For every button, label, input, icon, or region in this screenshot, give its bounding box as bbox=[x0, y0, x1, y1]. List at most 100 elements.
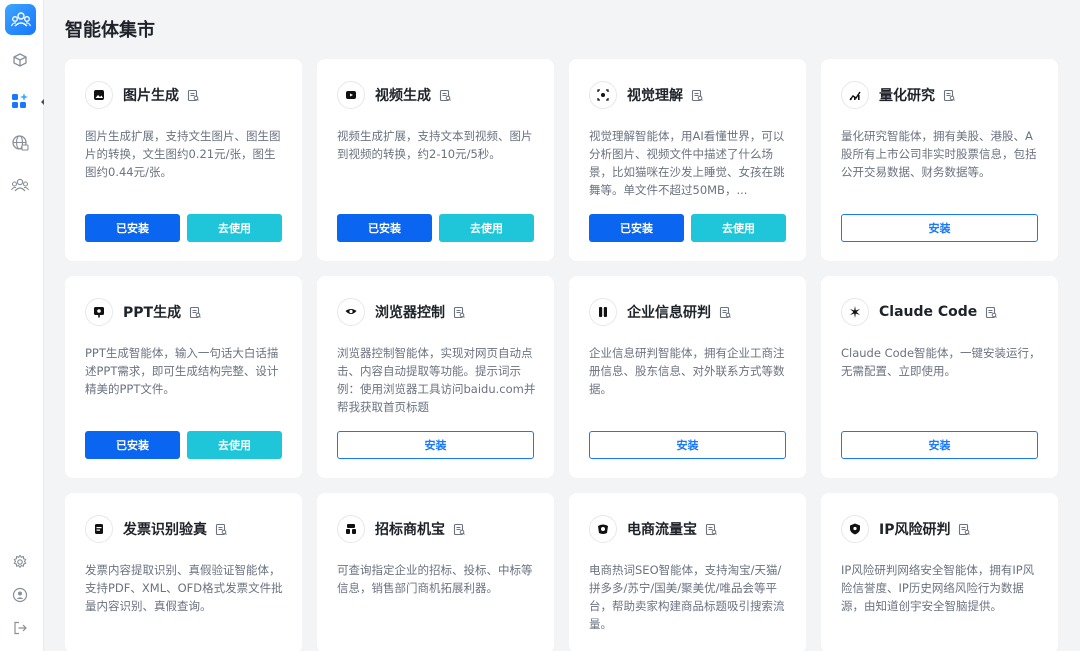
card-title: 企业信息研判 bbox=[627, 305, 711, 321]
card-actions: 安装 bbox=[589, 431, 786, 459]
agent-card[interactable]: 招标商机宝 可查询指定企业的招标、投标、中标等信息，销售部门商机拓展利器。 bbox=[317, 493, 554, 651]
main-content: 智能体集市 图片生成图片生成扩展，支持文生图片、图生图片的转换，文生图约0.21… bbox=[44, 0, 1080, 651]
card-title: 电商流量宝 bbox=[627, 522, 697, 538]
card-description: 图片生成扩展，支持文生图片、图生图片的转换，文生图约0.21元/张，图生图约0.… bbox=[85, 129, 281, 179]
agent-card[interactable]: IP风险研判 IP风险研判网络安全智能体，拥有IP风险信誉度、IP历史网络风险行为… bbox=[821, 493, 1058, 651]
user-icon bbox=[12, 587, 28, 603]
community-icon bbox=[11, 178, 29, 192]
card-title: 招标商机宝 bbox=[375, 522, 445, 538]
video-icon bbox=[337, 81, 365, 109]
agent-card[interactable]: 图片生成图片生成扩展，支持文生图片、图生图片的转换，文生图约0.21元/张，图生… bbox=[65, 59, 302, 261]
document-icon[interactable] bbox=[189, 306, 202, 319]
install-button[interactable]: 安装 bbox=[841, 214, 1038, 242]
use-button[interactable]: 去使用 bbox=[439, 214, 534, 242]
agent-card[interactable]: 浏览器控制浏览器控制智能体，实现对网页自动点击、内容自动提取等功能。提示词示例：… bbox=[317, 276, 554, 478]
card-header: 企业信息研判 bbox=[589, 298, 732, 326]
ecommerce-icon bbox=[589, 515, 617, 543]
card-description: Claude Code智能体，一键安装运行，无需配置、立即使用。 bbox=[841, 346, 1041, 378]
card-header: Claude Code bbox=[841, 298, 998, 326]
building-icon bbox=[589, 298, 617, 326]
image-icon bbox=[85, 81, 113, 109]
card-header: 视觉理解 bbox=[589, 81, 704, 109]
card-title: PPT生成 bbox=[123, 305, 182, 321]
invoice-icon bbox=[85, 515, 113, 543]
card-title: Claude Code bbox=[879, 304, 978, 320]
card-description: 量化研究智能体，拥有美股、港股、A股所有上市公司非实时股票信息，包括公开交易数据… bbox=[841, 129, 1037, 179]
shield-icon bbox=[841, 515, 869, 543]
sidebar: 集市 bbox=[0, 0, 83, 651]
globe-icon bbox=[12, 135, 29, 151]
ppt-icon bbox=[85, 298, 113, 326]
globe-nav-button[interactable] bbox=[6, 129, 34, 157]
document-icon[interactable] bbox=[719, 306, 732, 319]
card-title: 视觉理解 bbox=[627, 88, 683, 104]
installed-button[interactable]: 已安装 bbox=[337, 214, 432, 242]
card-header: IP风险研判 bbox=[841, 515, 971, 543]
card-actions: 已安装 去使用 bbox=[85, 214, 282, 242]
community-nav-button[interactable] bbox=[6, 171, 34, 199]
card-title: 量化研究 bbox=[879, 88, 935, 104]
installed-button[interactable]: 已安装 bbox=[85, 431, 180, 459]
profile-button[interactable] bbox=[6, 581, 34, 609]
card-description: IP风险研判网络安全智能体，拥有IP风险信誉度、IP历史网络风险行为数据源，由知… bbox=[841, 563, 1035, 613]
cube-icon bbox=[13, 53, 27, 67]
card-description: 视觉理解智能体，用AI看懂世界，可以分析图片、视频文件中描述了什么场景，比如猫咪… bbox=[589, 129, 785, 197]
team-logo-icon bbox=[10, 11, 31, 27]
agent-card[interactable]: 量化研究量化研究智能体，拥有美股、港股、A股所有上市公司非实时股票信息，包括公开… bbox=[821, 59, 1058, 261]
use-button[interactable]: 去使用 bbox=[691, 214, 786, 242]
document-icon[interactable] bbox=[439, 89, 452, 102]
card-description: 企业信息研判智能体，拥有企业工商注册信息、股东信息、对外联系方式等数据。 bbox=[589, 346, 785, 396]
market-apps-icon bbox=[12, 93, 28, 108]
card-description: PPT生成智能体，输入一句话大白话描述PPT需求，即可生成结构完整、设计精美的P… bbox=[85, 346, 279, 396]
document-icon[interactable] bbox=[453, 523, 466, 536]
agent-card[interactable]: PPT生成 PPT生成智能体，输入一句话大白话描述PPT需求，即可生成结构完整、设… bbox=[65, 276, 302, 478]
card-description: 发票内容提取识别、真假验证智能体，支持PDF、XML、OFD格式发票文件批量内容… bbox=[85, 563, 283, 613]
install-button[interactable]: 安装 bbox=[589, 431, 786, 459]
document-icon[interactable] bbox=[985, 306, 998, 319]
card-actions: 已安装 去使用 bbox=[85, 431, 282, 459]
card-title: 浏览器控制 bbox=[375, 305, 445, 321]
card-actions: 安装 bbox=[337, 431, 534, 459]
market-nav-button[interactable] bbox=[6, 87, 34, 115]
installed-button[interactable]: 已安装 bbox=[589, 214, 684, 242]
vision-icon bbox=[589, 81, 617, 109]
claude-icon bbox=[841, 298, 869, 326]
logout-button[interactable] bbox=[6, 614, 34, 642]
installed-button[interactable]: 已安装 bbox=[85, 214, 180, 242]
agent-card[interactable]: 电商流量宝 电商热词SEO智能体，支持淘宝/天猫/拼多多/苏宁/国美/聚美优/唯品… bbox=[569, 493, 806, 651]
card-actions: 安装 bbox=[841, 431, 1038, 459]
settings-button[interactable] bbox=[6, 548, 34, 576]
card-title: 发票识别验真 bbox=[123, 522, 207, 538]
agent-card[interactable]: 视觉理解视觉理解智能体，用AI看懂世界，可以分析图片、视频文件中描述了什么场景，… bbox=[569, 59, 806, 261]
card-header: 浏览器控制 bbox=[337, 298, 466, 326]
logout-icon bbox=[14, 621, 27, 635]
app-logo[interactable] bbox=[5, 4, 36, 35]
document-icon[interactable] bbox=[453, 306, 466, 319]
cube-nav-button[interactable] bbox=[6, 46, 34, 74]
tender-icon bbox=[337, 515, 365, 543]
document-icon[interactable] bbox=[215, 523, 228, 536]
agent-card[interactable]: 视频生成 视频生成扩展，支持文本到视频、图片到视频的转换，约2-10元/5秒。 已安… bbox=[317, 59, 554, 261]
document-icon[interactable] bbox=[705, 523, 718, 536]
install-button[interactable]: 安装 bbox=[337, 431, 534, 459]
document-icon[interactable] bbox=[187, 89, 200, 102]
card-header: 招标商机宝 bbox=[337, 515, 466, 543]
agent-card[interactable]: 发票识别验真发票内容提取识别、真假验证智能体，支持PDF、XML、OFD格式发票… bbox=[65, 493, 302, 651]
card-header: 图片生成 bbox=[85, 81, 200, 109]
document-icon[interactable] bbox=[943, 89, 956, 102]
use-button[interactable]: 去使用 bbox=[187, 431, 282, 459]
install-button[interactable]: 安装 bbox=[841, 431, 1038, 459]
chart-icon bbox=[841, 81, 869, 109]
document-icon[interactable] bbox=[958, 523, 971, 536]
agent-card[interactable]: Claude Code Claude Code智能体，一键安装运行，无需配置、立即… bbox=[821, 276, 1058, 478]
document-icon[interactable] bbox=[691, 89, 704, 102]
card-description: 浏览器控制智能体，实现对网页自动点击、内容自动提取等功能。提示词示例：使用浏览器… bbox=[337, 346, 536, 414]
browser-icon bbox=[337, 298, 365, 326]
page-title: 智能体集市 bbox=[65, 20, 155, 41]
card-description: 视频生成扩展，支持文本到视频、图片到视频的转换，约2-10元/5秒。 bbox=[337, 129, 533, 161]
gear-icon bbox=[13, 554, 27, 569]
card-header: PPT生成 bbox=[85, 298, 202, 326]
card-actions: 已安装 去使用 bbox=[589, 214, 786, 242]
agent-card[interactable]: 企业信息研判企业信息研判智能体，拥有企业工商注册信息、股东信息、对外联系方式等数… bbox=[569, 276, 806, 478]
use-button[interactable]: 去使用 bbox=[187, 214, 282, 242]
